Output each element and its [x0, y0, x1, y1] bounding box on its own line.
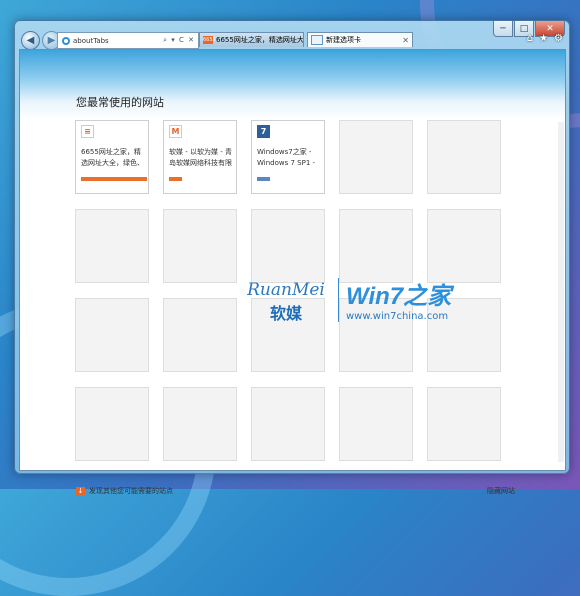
settings-gear-icon[interactable]: ⚙ — [554, 33, 563, 44]
empty-tile[interactable] — [75, 298, 149, 372]
address-text[interactable]: aboutTabs — [73, 37, 163, 45]
ie-icon — [62, 36, 70, 45]
empty-tile[interactable] — [163, 209, 237, 283]
ie-page-icon — [311, 35, 323, 45]
tab-close-icon[interactable]: ✕ — [399, 36, 412, 45]
back-button[interactable]: ◀ — [21, 31, 40, 50]
empty-tile[interactable] — [163, 298, 237, 372]
site-favicon-icon: M — [169, 125, 182, 138]
site-tile-title: 软媒 - 以软为媒 - 青岛软媒网络科技有限公司 — [169, 148, 232, 167]
empty-tile[interactable] — [427, 120, 501, 194]
ruanmei-logo: RuanMei 软媒 — [242, 280, 330, 324]
empty-tile[interactable] — [163, 387, 237, 461]
tab-6655[interactable]: 6655 6655网址之家，精选网址大全... — [199, 32, 304, 47]
address-bar[interactable]: aboutTabs ⌕ ▾ C ✕ — [57, 32, 199, 49]
activity-bar — [81, 177, 147, 181]
favorites-icon[interactable]: ★ — [539, 33, 548, 44]
tab-label: 6655网址之家，精选网址大全... — [216, 36, 303, 44]
discover-sites-label: 发现其他您可能需要的站点 — [89, 487, 173, 495]
site-tile[interactable]: ≡ 6655网址之家，精选网址大全，绿色、安... — [75, 120, 149, 194]
watermark-title: Win7之家 — [346, 283, 452, 310]
new-tab-page: 您最常使用的网站 ≡ 6655网址之家，精选网址大全，绿色、安... M 软媒 - 以… — [19, 49, 566, 496]
scrollbar[interactable] — [558, 122, 564, 462]
empty-tile[interactable] — [75, 209, 149, 283]
command-icons: ⌂ ★ ⚙ — [521, 33, 563, 44]
empty-tile[interactable] — [75, 387, 149, 461]
address-tools[interactable]: ⌕ ▾ C ✕ — [163, 36, 198, 45]
watermark-url: www.win7china.com — [346, 311, 449, 322]
tab-new-tab[interactable]: 新建选项卡 ✕ — [307, 32, 413, 47]
discover-icon: ↓ — [76, 486, 85, 496]
site-tile-title: 6655网址之家，精选网址大全，绿色、安... — [81, 148, 144, 167]
site-tile[interactable]: M 软媒 - 以软为媒 - 青岛软媒网络科技有限公司 — [163, 120, 237, 194]
empty-tile[interactable] — [339, 387, 413, 461]
activity-bar — [257, 177, 270, 181]
win7china-logo: Win7之家 www.win7china.com — [346, 276, 451, 322]
discover-sites-link[interactable]: ↓ 发现其他您可能需要的站点 — [76, 486, 173, 496]
watermark-brand: RuanMei — [247, 280, 325, 300]
minimize-button[interactable]: ─ — [493, 21, 513, 37]
watermark-divider — [338, 278, 339, 322]
home-icon[interactable]: ⌂ — [527, 33, 533, 44]
browser-window: ─ □ ✕ ◀ ▶ aboutTabs ⌕ ▾ C ✕ 6655 6655网址之… — [14, 20, 570, 496]
site-tile[interactable]: 7 Windows7之家 - Windows 7 SP1 - W... — [251, 120, 325, 194]
site-favicon-icon: ≡ — [81, 125, 94, 138]
watermark-brand-cn: 软媒 — [269, 304, 302, 323]
site-favicon-icon: 7 — [257, 125, 270, 138]
empty-tile[interactable] — [427, 387, 501, 461]
empty-tile[interactable] — [251, 387, 325, 461]
hide-sites-link[interactable]: 隐藏网站 — [487, 486, 515, 496]
activity-bar — [169, 177, 182, 181]
site-favicon-icon: 6655 — [203, 36, 216, 44]
tab-label: 新建选项卡 — [326, 36, 361, 44]
site-tile-title: Windows7之家 - Windows 7 SP1 - W... — [257, 148, 316, 167]
empty-tile[interactable] — [339, 120, 413, 194]
page-title: 您最常使用的网站 — [76, 96, 164, 109]
watermark-logo: RuanMei 软媒 Win7之家 www.win7china.com — [242, 272, 482, 326]
